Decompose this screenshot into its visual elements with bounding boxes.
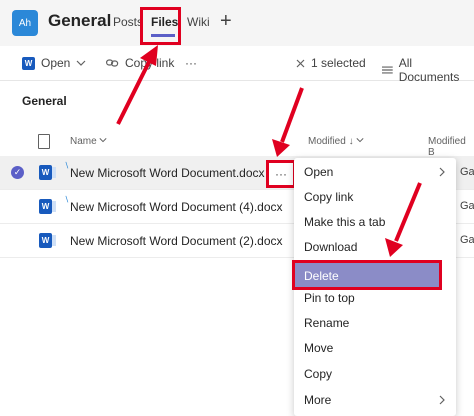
file-name[interactable]: New Microsoft Word Document.docx [70,166,265,180]
chevron-down-icon [356,138,364,143]
modified-by-cell: Ga [460,166,474,178]
word-icon: W [22,56,35,70]
menu-item-label: Copy [304,367,333,381]
menu-item-copy[interactable]: Copy [294,362,456,386]
toolbar-more-button[interactable]: ··· [185,56,197,70]
menu-item-rename[interactable]: Rename [294,311,456,335]
column-name-label: Name [70,136,97,147]
menu-item-label: More [304,393,332,407]
column-name[interactable]: Name [70,136,108,147]
file-name[interactable]: New Microsoft Word Document (4).docx [70,200,283,214]
menu-item-label: Copy link [304,190,354,204]
copy-link-label: Copy link [125,56,175,70]
chevron-down-icon [76,60,86,66]
team-title: General [48,11,112,30]
folder-title: General [22,94,67,108]
clear-selection-button[interactable]: 1 selected [296,56,366,70]
menu-item-more[interactable]: More [294,388,456,412]
close-icon [296,59,305,67]
selected-count: 1 selected [311,56,366,70]
channel-header: Ah General Posts Files Wiki + [0,0,474,46]
view-selector[interactable]: All Documents [382,56,474,84]
menu-item-open[interactable]: Open [294,160,456,184]
menu-item-pin-to-top[interactable]: Pin to top [294,286,456,310]
check-icon[interactable]: ✓ [11,166,24,179]
files-tab-highlight-box [140,7,181,45]
menu-item-label: Delete [304,269,339,283]
view-label: All Documents [398,56,460,84]
menu-item-label: Pin to top [304,291,355,305]
chevron-down-icon [99,138,108,143]
new-file-icon: ∖ [64,195,70,204]
link-icon [106,59,119,67]
menu-item-copy-link[interactable]: Copy link [294,185,456,209]
menu-item-move[interactable]: Move [294,336,456,360]
copy-link-button[interactable]: Copy link [106,56,174,70]
menu-item-make-tab[interactable]: Make this a tab [294,210,456,234]
file-name[interactable]: New Microsoft Word Document (2).docx [70,234,283,248]
tab-posts[interactable]: Posts [113,15,143,29]
modified-by-cell: Ga [460,200,474,212]
file-type-icon [38,134,50,149]
chevron-right-icon [439,167,445,177]
column-modified[interactable]: Modified ↓ [308,136,364,147]
sort-down-icon: ↓ [348,136,354,147]
menu-item-label: Open [304,165,334,179]
files-toolbar: W Open Copy link ··· 1 selected All Docu… [0,46,474,84]
column-modified-label: Modified [308,136,346,147]
word-icon: W [39,199,56,214]
word-icon: W [39,165,56,180]
menu-item-label: Move [304,341,334,355]
modified-by-cell: Ga [460,234,474,246]
row-more-button[interactable]: ··· [266,160,296,188]
menu-item-download[interactable]: Download [294,235,456,259]
menu-item-label: Download [304,240,358,254]
tab-wiki[interactable]: Wiki [187,15,210,29]
new-file-icon: ∖ [64,161,70,170]
menu-item-label: Rename [304,316,350,330]
list-icon [382,66,393,74]
team-avatar[interactable]: Ah [12,10,38,36]
word-icon: W [39,233,56,248]
add-tab-icon[interactable]: + [220,10,232,33]
context-menu: Open Copy link Make this a tab Download … [292,158,456,416]
open-label: Open [41,56,71,70]
menu-item-label: Make this a tab [304,215,386,229]
chevron-right-icon [439,395,445,405]
column-modified-by[interactable]: Modified B [428,136,474,158]
open-button[interactable]: W Open [22,56,86,70]
